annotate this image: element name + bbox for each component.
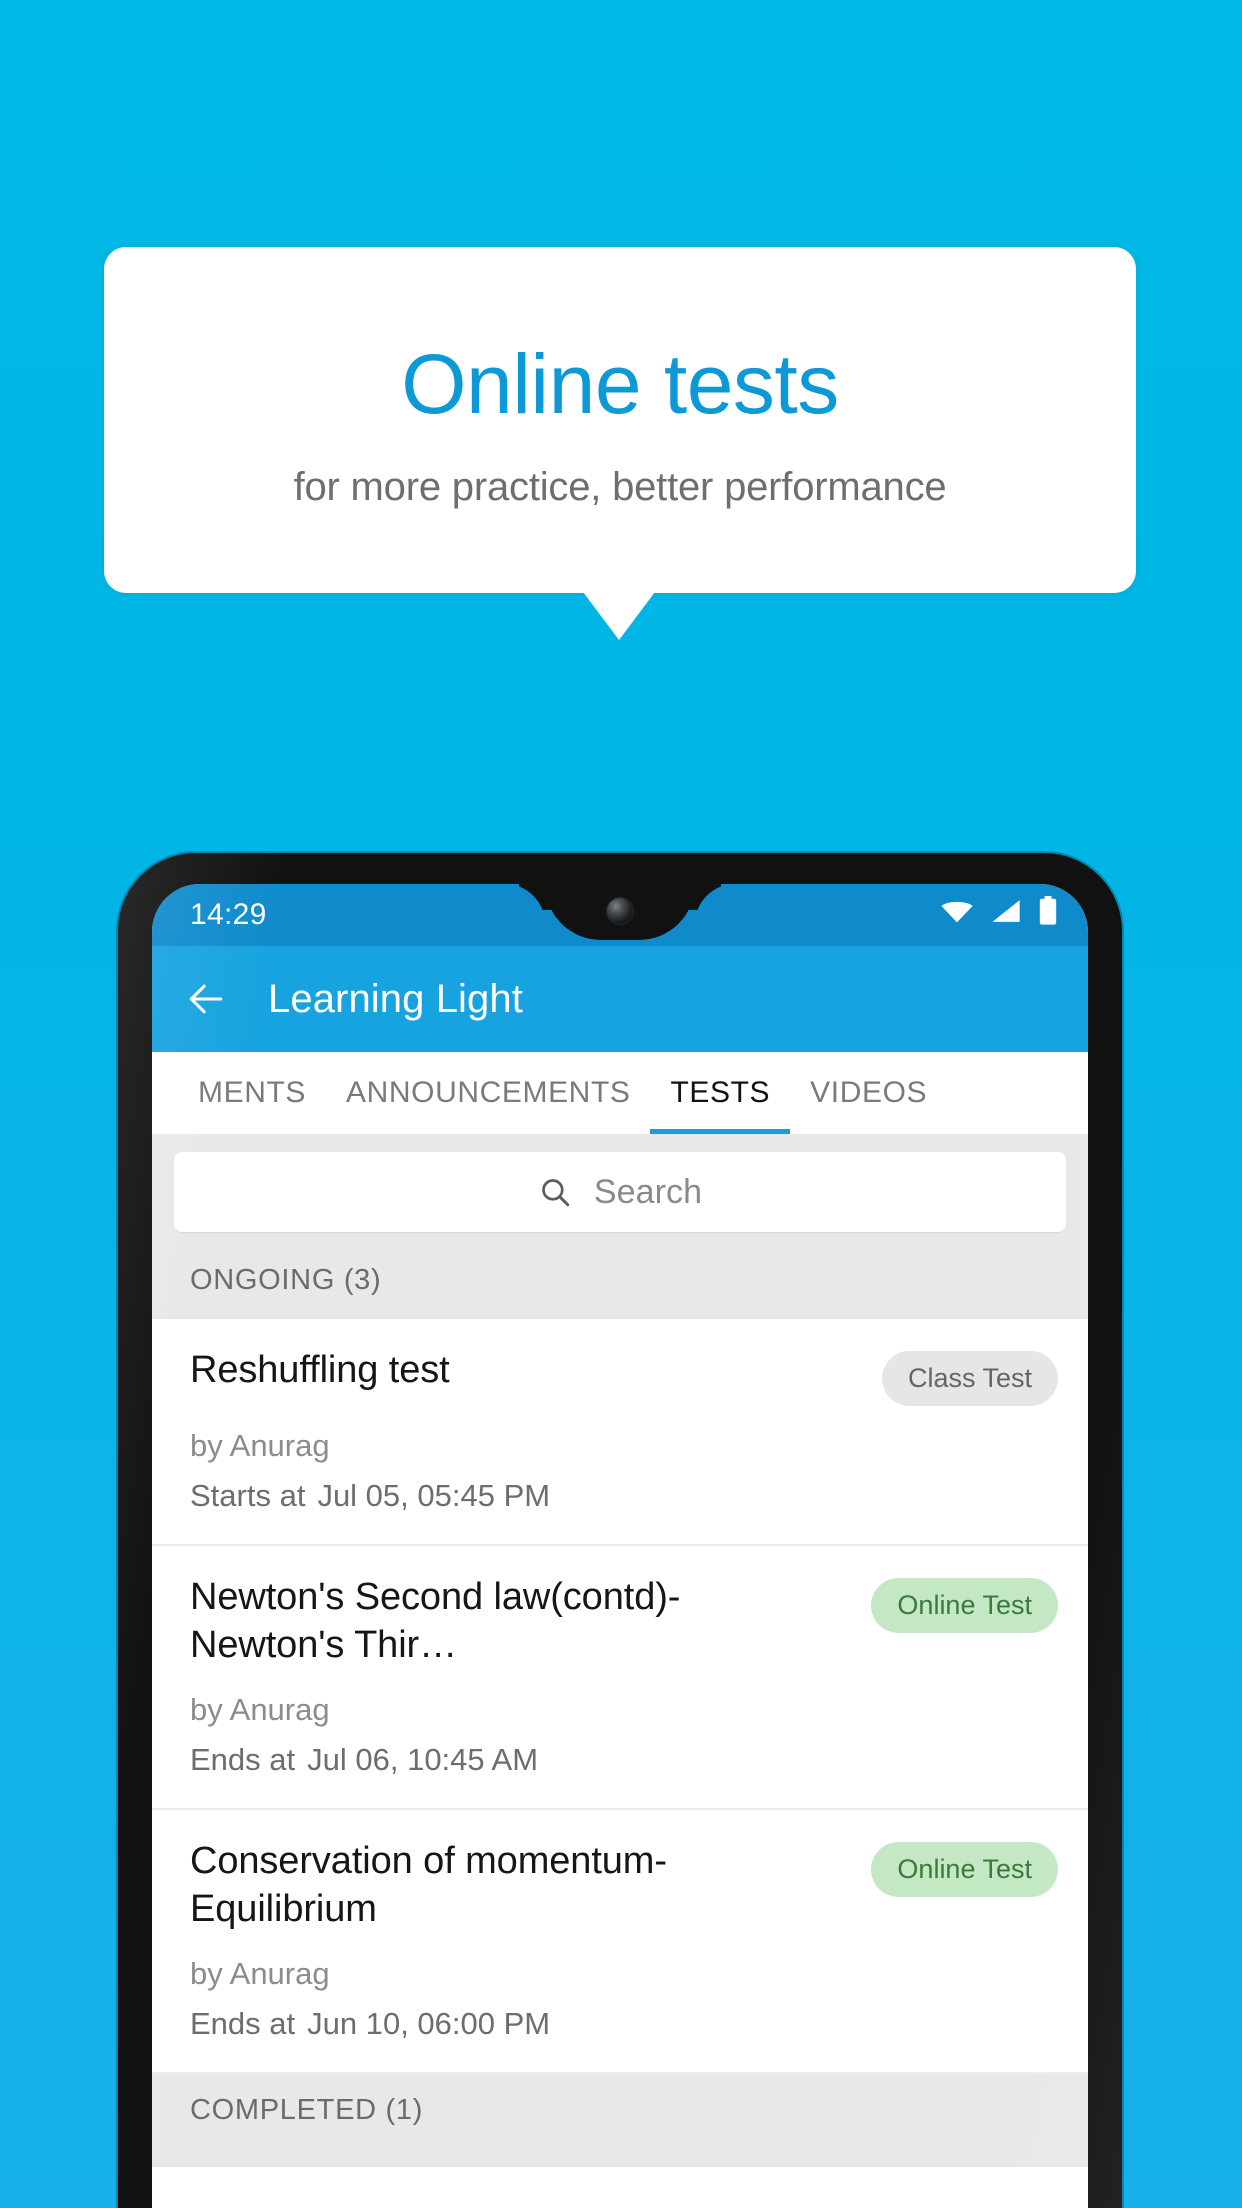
tab-assignments[interactable]: MENTS xyxy=(178,1052,326,1134)
test-time-label: Ends at xyxy=(190,1741,296,1777)
status-bar: 14:29 xyxy=(152,884,1088,946)
status-badge: Online Test xyxy=(871,1841,1058,1897)
signal-icon xyxy=(991,898,1021,932)
tab-tests[interactable]: TESTS xyxy=(650,1052,790,1134)
app-bar: Learning Light xyxy=(152,946,1088,1052)
promo-title: Online tests xyxy=(401,337,839,432)
wifi-icon xyxy=(940,898,974,932)
phone-side-button-left xyxy=(118,1283,120,1453)
test-time: Ends at Jul 06, 10:45 AM xyxy=(190,1742,1058,1778)
status-time: 14:29 xyxy=(190,898,267,931)
section-header-ongoing: ONGOING (3) xyxy=(152,1250,1088,1319)
test-author: by Anurag xyxy=(190,1691,330,1727)
promo-subtitle: for more practice, better performance xyxy=(293,464,947,509)
status-badge: Online Test xyxy=(871,1578,1058,1633)
battery-icon xyxy=(1038,896,1058,934)
test-time-value: Jul 05, 05:45 PM xyxy=(317,1478,551,1513)
tests-content: Search ONGOING (3) Reshuffling test Clas… xyxy=(152,1134,1088,2167)
promo-bubble-tail xyxy=(583,592,655,640)
page-title: Learning Light xyxy=(268,976,523,1021)
phone-power-button xyxy=(1120,1163,1122,1259)
test-time-label: Ends at xyxy=(190,2005,296,2041)
test-time: Starts at Jul 05, 05:45 PM xyxy=(190,1478,1058,1514)
test-time-label: Starts at xyxy=(190,1478,306,1513)
front-camera-icon xyxy=(607,898,633,924)
promo-screenshot: Online tests for more practice, better p… xyxy=(0,0,1242,2208)
status-badge: Class Test xyxy=(881,1351,1058,1406)
tab-bar: MENTS ANNOUNCEMENTS TESTS VIDEOS xyxy=(152,1052,1088,1134)
test-title: Newton's Second law(contd)-Newton's Thir… xyxy=(190,1576,681,1666)
test-time-value: Jun 10, 06:00 PM xyxy=(307,2005,551,2041)
back-arrow-icon[interactable] xyxy=(184,977,228,1021)
test-list-item[interactable]: Conservation of momentum-Equilibrium Onl… xyxy=(152,1809,1088,2074)
search-bar-container: Search xyxy=(152,1134,1088,1250)
phone-mockup: 14:29 Learning Light MENTS ANNOUNCEMENTS… xyxy=(118,853,1122,2208)
phone-screen: 14:29 Learning Light MENTS ANNOUNCEMENTS… xyxy=(152,884,1088,2208)
test-list-item[interactable]: Reshuffling test Class Test by Anurag St… xyxy=(152,1319,1088,1546)
test-title: Reshuffling test xyxy=(190,1349,450,1391)
tab-videos[interactable]: VIDEOS xyxy=(790,1052,947,1134)
promo-bubble-card: Online tests for more practice, better p… xyxy=(104,247,1136,593)
test-author: by Anurag xyxy=(190,1955,330,1991)
section-header-completed: COMPLETED (1) xyxy=(152,2073,1088,2167)
test-title: Conservation of momentum-Equilibrium xyxy=(190,1839,667,1930)
phone-volume-button xyxy=(1120,1313,1122,1483)
tab-announcements[interactable]: ANNOUNCEMENTS xyxy=(326,1052,650,1134)
search-icon xyxy=(538,1175,572,1209)
test-author: by Anurag xyxy=(190,1428,330,1463)
search-input[interactable]: Search xyxy=(174,1152,1066,1232)
test-list-item[interactable]: Newton's Second law(contd)-Newton's Thir… xyxy=(152,1546,1088,1810)
search-placeholder: Search xyxy=(593,1172,703,1211)
test-time-value: Jul 06, 10:45 AM xyxy=(307,1741,539,1777)
test-time: Ends at Jun 10, 06:00 PM xyxy=(190,2006,1058,2042)
